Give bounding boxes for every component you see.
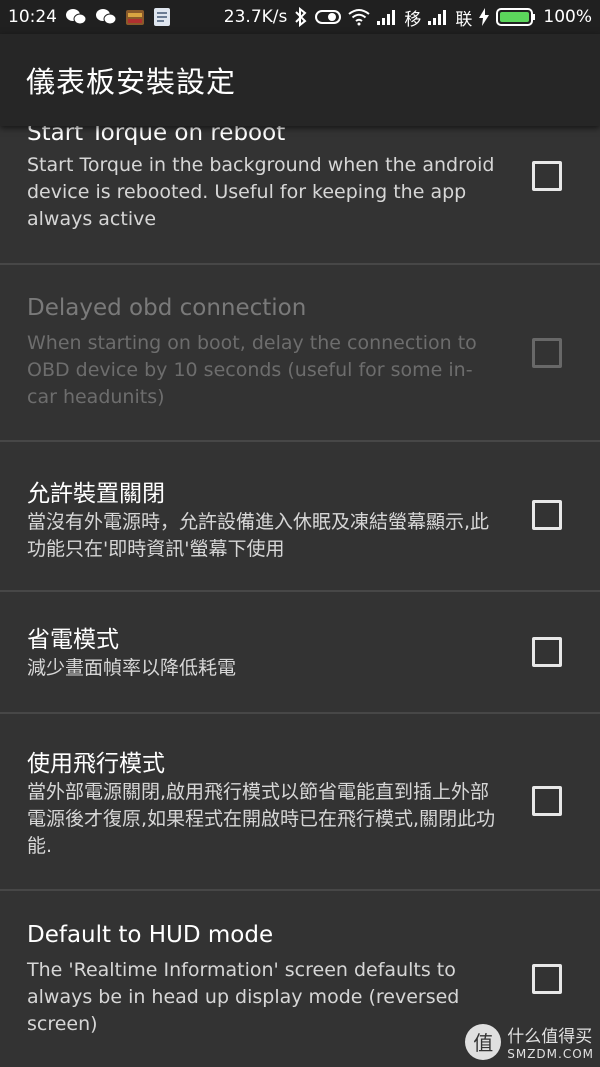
carrier1-label: 移 [404, 9, 422, 30]
pref-title: 使用飛行模式 [27, 751, 165, 777]
settings-list[interactable]: Start Torque on reboot Start Torque in t… [0, 126, 600, 1067]
watermark-name: 什么值得买 [507, 1027, 593, 1047]
pref-summary: The 'Realtime Information' screen defaul… [27, 959, 460, 1035]
app-icon [125, 7, 145, 27]
page-title: 儀表板安裝設定 [26, 65, 237, 99]
wifi-icon [348, 8, 371, 26]
toggle-icon [315, 9, 342, 25]
pref-checkbox [532, 338, 562, 368]
status-bar: 10:24 23.7K/s 移 联 100% [0, 0, 600, 34]
pref-checkbox[interactable] [532, 161, 562, 191]
pref-title: Delayed obd connection [27, 295, 307, 321]
watermark-logo: 值 [465, 1023, 502, 1060]
pref-allow-device-sleep[interactable]: 允許裝置關閉 當沒有外電源時，允許設備進入休眠及凍結螢幕顯示,此功能只在'即時資… [0, 442, 600, 590]
pref-summary: 當沒有外電源時，允許設備進入休眠及凍結螢幕顯示,此功能只在'即時資訊'螢幕下使用 [27, 511, 490, 560]
net-speed: 23.7K/s [223, 7, 288, 27]
signal-icon [377, 9, 397, 25]
pref-summary: When starting on boot, delay the connect… [27, 332, 477, 408]
charging-icon [479, 8, 490, 26]
toolbar: 儀表板安裝設定 [0, 34, 600, 126]
pref-title: 允許裝置關閉 [27, 481, 165, 507]
wechat-icon [65, 8, 87, 26]
pref-title: Start Torque on reboot [27, 126, 286, 146]
battery-percent: 100% [543, 7, 592, 27]
pref-summary: Start Torque in the background when the … [27, 154, 495, 230]
pref-checkbox[interactable] [532, 637, 562, 667]
carrier2-label: 联 [455, 9, 473, 30]
pref-summary: 減少畫面幀率以降低耗電 [27, 657, 237, 679]
pref-checkbox[interactable] [532, 964, 562, 994]
watermark: 值 什么值得买 SMZDM.COM [465, 1022, 594, 1061]
pref-power-saving[interactable]: 省電模式 減少畫面幀率以降低耗電 [0, 592, 600, 712]
pref-title: Default to HUD mode [27, 922, 274, 948]
pref-start-on-reboot[interactable]: Start Torque on reboot Start Torque in t… [0, 126, 600, 263]
watermark-domain: SMZDM.COM [507, 1047, 594, 1061]
pref-title: 省電模式 [27, 627, 119, 653]
pref-checkbox[interactable] [532, 786, 562, 816]
doc-icon [153, 7, 171, 27]
pref-airplane-mode[interactable]: 使用飛行模式 當外部電源關閉,啟用飛行模式以節省電能直到插上外部電源後才復原,如… [0, 714, 600, 889]
status-time: 10:24 [8, 7, 57, 27]
signal-icon [428, 9, 448, 25]
screen: 10:24 23.7K/s 移 联 100% 儀表板安裝設定 Start Tor… [0, 0, 600, 1067]
pref-delayed-obd: Delayed obd connection When starting on … [0, 265, 600, 440]
bluetooth-icon [294, 7, 308, 27]
pref-summary: 當外部電源關閉,啟用飛行模式以節省電能直到插上外部電源後才復原,如果程式在開啟時… [27, 781, 496, 857]
wechat-icon [95, 8, 117, 26]
pref-checkbox[interactable] [532, 500, 562, 530]
battery-icon [496, 8, 536, 26]
